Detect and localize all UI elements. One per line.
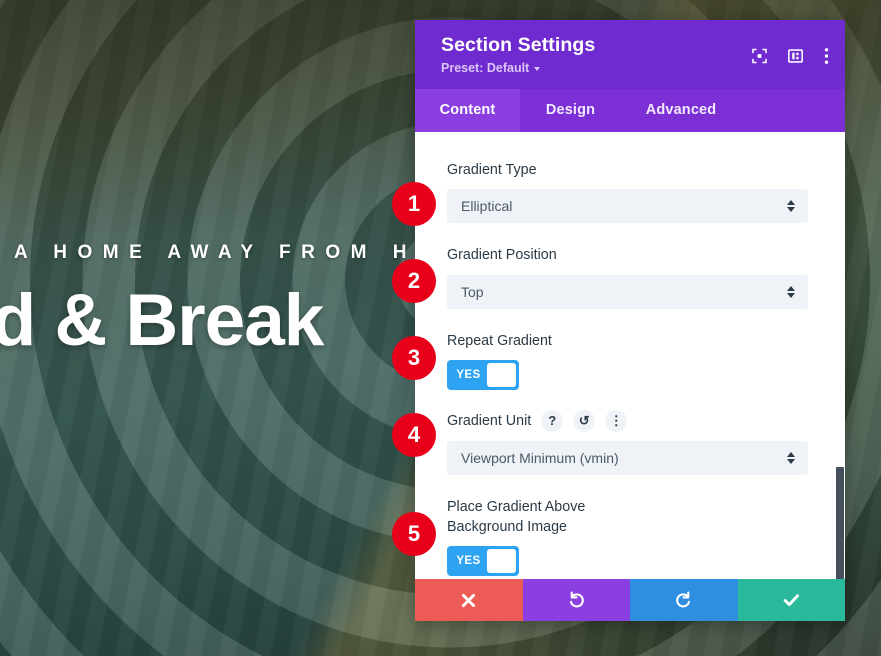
redo-button[interactable] <box>630 579 738 621</box>
gradient-position-value: Top <box>461 283 484 300</box>
select-arrows-icon <box>787 200 795 213</box>
gradient-unit-label: Gradient Unit <box>447 412 532 429</box>
preset-label: Preset: Default <box>441 61 530 75</box>
repeat-gradient-toggle-value: YES <box>456 368 481 381</box>
gradient-type-select[interactable]: Elliptical <box>447 189 808 224</box>
field-gradient-position: Gradient Position Top <box>447 245 808 309</box>
gradient-type-value: Elliptical <box>461 198 513 215</box>
panel-tabs: Content Design Advanced <box>415 89 845 132</box>
field-place-gradient-above: Place Gradient Above Background Image YE… <box>447 497 808 577</box>
panel-scrollbar[interactable] <box>836 467 844 579</box>
preset-selector[interactable]: Preset: Default <box>441 61 541 75</box>
tab-advanced[interactable]: Advanced <box>621 89 741 132</box>
gradient-type-label: Gradient Type <box>447 162 537 178</box>
reset-icon[interactable]: ↺ <box>573 409 596 432</box>
step-badge-4: 4 <box>392 413 436 457</box>
fullscreen-icon[interactable] <box>752 48 767 64</box>
panel-header-icons <box>752 48 829 65</box>
check-icon <box>783 593 799 606</box>
place-gradient-above-toggle-value: YES <box>456 555 481 568</box>
save-button[interactable] <box>737 579 845 621</box>
toggle-knob <box>486 362 516 387</box>
gradient-unit-select[interactable]: Viewport Minimum (vmin) <box>447 440 808 475</box>
field-repeat-gradient: Repeat Gradient YES <box>447 331 808 390</box>
panel-footer-actions <box>415 579 845 621</box>
step-badge-5: 5 <box>392 512 436 556</box>
select-arrows-icon <box>787 285 795 298</box>
cancel-button[interactable] <box>415 579 523 621</box>
repeat-gradient-label: Repeat Gradient <box>447 332 552 349</box>
redo-icon <box>676 590 691 607</box>
panel-body: Gradient Type Elliptical Gradient Positi… <box>415 132 845 579</box>
tab-content[interactable]: Content <box>415 89 520 132</box>
close-icon <box>462 593 476 607</box>
undo-icon <box>569 590 584 607</box>
place-gradient-above-label: Place Gradient Above Background Image <box>447 498 586 536</box>
gradient-position-label: Gradient Position <box>447 247 557 264</box>
undo-button[interactable] <box>522 579 630 621</box>
kebab-menu-icon[interactable] <box>824 48 829 65</box>
screenshot-root: A HOME AWAY FROM H ed & Break Section Se… <box>0 0 881 656</box>
field-gradient-type: Gradient Type Elliptical <box>447 160 808 224</box>
help-icon-glyph: ? <box>548 413 557 429</box>
layout-panel-icon[interactable] <box>788 49 803 64</box>
kebab-menu-icon[interactable]: ⋮ <box>605 409 628 432</box>
repeat-gradient-toggle[interactable]: YES <box>447 359 519 390</box>
toggle-knob <box>486 549 516 574</box>
kebab-menu-icon-glyph: ⋮ <box>609 413 623 429</box>
field-gradient-unit: Gradient Unit ? ↺ ⋮ Viewport Minimum (vm… <box>447 409 808 475</box>
chevron-down-icon <box>534 67 541 71</box>
section-settings-panel: Section Settings Preset: Default Content… <box>415 20 845 621</box>
step-badge-1: 1 <box>392 182 436 226</box>
reset-icon-glyph: ↺ <box>578 413 590 429</box>
step-badge-3: 3 <box>392 336 436 380</box>
step-badge-2: 2 <box>392 259 436 303</box>
gradient-position-select[interactable]: Top <box>447 274 808 309</box>
help-icon[interactable]: ? <box>541 409 564 432</box>
gradient-unit-value: Viewport Minimum (vmin) <box>461 449 619 466</box>
panel-header: Section Settings Preset: Default <box>415 20 845 89</box>
gradient-unit-label-row: Gradient Unit ? ↺ ⋮ <box>447 409 808 432</box>
place-gradient-above-toggle[interactable]: YES <box>447 546 519 577</box>
select-arrows-icon <box>787 451 795 464</box>
tab-design[interactable]: Design <box>520 89 621 132</box>
